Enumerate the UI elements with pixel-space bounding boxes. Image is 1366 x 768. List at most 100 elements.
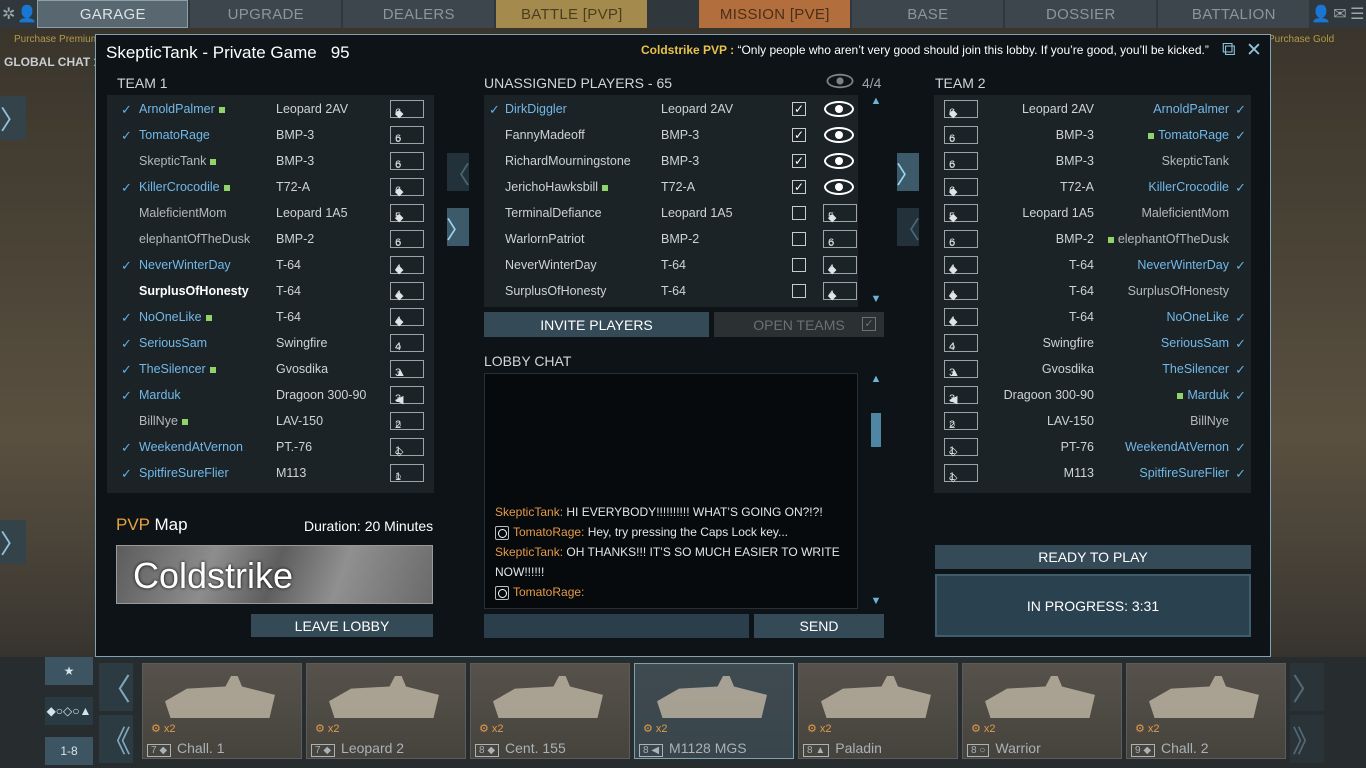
team2-player-row[interactable]: 4 ◆ T-64 NoOneLike ✓: [934, 304, 1251, 330]
team2-player-row[interactable]: 4 ◆ T-64 NeverWinterDay ✓: [934, 252, 1251, 278]
player-name[interactable]: SpitfireSureFlier: [1139, 466, 1229, 480]
team2-player-row[interactable]: 1 ◇ PT-76 WeekendAtVernon ✓: [934, 434, 1251, 460]
team2-player-row[interactable]: 6 ○ BMP-2 elephantOfTheDusk: [934, 226, 1251, 252]
unassigned-player-row[interactable]: FannyMadeoff BMP-3 ✓: [484, 122, 858, 148]
scroll-down-icon[interactable]: ▼: [869, 293, 883, 305]
chat-username[interactable]: TomatoRage:: [513, 525, 584, 539]
player-name[interactable]: RichardMourningstone: [505, 154, 631, 168]
chat-scrollbar[interactable]: ▲ ▼: [869, 373, 883, 609]
team1-player-row[interactable]: ✓ SpitfireSureFlier M113 1 ○: [107, 460, 434, 486]
team2-player-row[interactable]: 2 ○ LAV-150 BillNye: [934, 408, 1251, 434]
team1-player-row[interactable]: BillNye LAV-150 2 ○: [107, 408, 434, 434]
spectator-eye-icon[interactable]: [824, 127, 854, 143]
team1-player-row[interactable]: SkepticTank BMP-3 6 ○: [107, 148, 434, 174]
side-expand-arrow-icon[interactable]: 〉: [0, 96, 26, 140]
nav-tab-dealers[interactable]: DEALERS: [343, 0, 495, 28]
player-name[interactable]: WarlornPatriot: [505, 232, 584, 246]
spectator-eye-icon[interactable]: [824, 153, 854, 169]
open-teams-button[interactable]: OPEN TEAMS ✓: [714, 312, 884, 337]
scroll-last-arrow-icon[interactable]: 》: [1290, 715, 1324, 763]
player-name[interactable]: TerminalDefiance: [505, 206, 602, 220]
team2-player-row[interactable]: 6 ○ BMP-3 SkepticTank: [934, 148, 1251, 174]
team2-player-row[interactable]: 3 ▲ Gvosdika TheSilencer ✓: [934, 356, 1251, 382]
vehicle-card[interactable]: ⚙ x2 7 ◆ Chall. 1: [142, 663, 302, 759]
team1-player-row[interactable]: ✓ KillerCrocodile T72-A 6 ◆: [107, 174, 434, 200]
player-name[interactable]: TomatoRage: [139, 128, 210, 142]
player-name[interactable]: elephantOfTheDusk: [139, 232, 250, 246]
nav-tab-battle-pvp[interactable]: BATTLE [PVP]: [496, 0, 648, 28]
player-name[interactable]: ArnoldPalmer: [1153, 102, 1229, 116]
team1-player-row[interactable]: ✓ Marduk Dragoon 300-90 3 ◀: [107, 382, 434, 408]
vehicle-card[interactable]: ⚙ x2 8 ▲ Paladin: [798, 663, 958, 759]
team1-player-row[interactable]: ✓ TheSilencer Gvosdika 3 ▲: [107, 356, 434, 382]
player-name[interactable]: NoOneLike: [1166, 310, 1229, 324]
nav-tab-mission-pve[interactable]: MISSION [PVE]: [699, 0, 851, 28]
unassigned-player-row[interactable]: NeverWinterDay T-64 4 ◆: [484, 252, 858, 278]
popout-icon[interactable]: ⧉: [1222, 39, 1236, 61]
player-name[interactable]: KillerCrocodile: [1148, 180, 1229, 194]
team2-player-row[interactable]: 1 ◇ M113 SpitfireSureFlier ✓: [934, 460, 1251, 486]
settings-gear-icon[interactable]: ✲: [0, 0, 17, 28]
team1-player-row[interactable]: ✓ TomatoRage BMP-3 6 ○: [107, 122, 434, 148]
unassigned-player-row[interactable]: TerminalDefiance Leopard 1A5 5 ◆: [484, 200, 858, 226]
vehicle-card[interactable]: ⚙ x2 8 ◀ M1128 MGS: [634, 663, 794, 759]
nav-tab-garage[interactable]: GARAGE: [37, 0, 189, 28]
team2-player-row[interactable]: 6 ◆ Leopard 2AV ArnoldPalmer ✓: [934, 96, 1251, 122]
select-checkbox[interactable]: [792, 258, 806, 272]
vehicle-type-filter-icon[interactable]: ◆○◇○▲: [45, 697, 93, 725]
player-name[interactable]: KillerCrocodile: [139, 180, 234, 194]
vehicle-card[interactable]: ⚙ x2 9 ◆ Chall. 2: [1126, 663, 1286, 759]
leave-lobby-button[interactable]: LEAVE LOBBY: [251, 614, 433, 637]
select-checkbox[interactable]: ✓: [792, 128, 806, 142]
scroll-right-arrow-icon[interactable]: 〉: [1290, 663, 1324, 711]
unassigned-scrollbar[interactable]: ▲ ▼: [869, 95, 883, 307]
player-name[interactable]: SkepticTank: [139, 154, 220, 168]
team2-player-row[interactable]: 4 ◆ T-64 SurplusOfHonesty: [934, 278, 1251, 304]
nav-tab-upgrade[interactable]: UPGRADE: [190, 0, 342, 28]
unassigned-player-row[interactable]: SurplusOfHonesty T-64 4 ◆: [484, 278, 858, 304]
select-checkbox[interactable]: ✓: [792, 154, 806, 168]
player-name[interactable]: NeverWinterDay: [139, 258, 231, 272]
player-name[interactable]: SurplusOfHonesty: [505, 284, 606, 298]
team1-player-row[interactable]: ✓ WeekendAtVernon PT.-76 1 ◇: [107, 434, 434, 460]
chat-scroll-thumb[interactable]: [871, 413, 881, 447]
team1-player-row[interactable]: elephantOfTheDusk BMP-2 6 ○: [107, 226, 434, 252]
player-name[interactable]: JerichoHawksbill: [505, 180, 612, 194]
move-to-team2-arrow-icon[interactable]: 〉: [896, 153, 920, 191]
favorite-filter-icon[interactable]: ★: [45, 657, 93, 685]
chat-username[interactable]: SkepticTank:: [495, 505, 563, 519]
nav-tab-base[interactable]: BASE: [852, 0, 1004, 28]
player-name[interactable]: FannyMadeoff: [505, 128, 585, 142]
vehicle-card[interactable]: ⚙ x2 8 ◆ Cent. 155: [470, 663, 630, 759]
player-name[interactable]: SeriousSam: [1161, 336, 1229, 350]
avatar[interactable]: [649, 0, 698, 28]
select-checkbox[interactable]: [792, 284, 806, 298]
menu-icon[interactable]: ☰: [1349, 0, 1366, 28]
player-name[interactable]: Marduk: [139, 388, 181, 402]
player-name[interactable]: MaleficientMom: [1141, 206, 1229, 220]
select-checkbox[interactable]: ✓: [792, 102, 806, 116]
player-name[interactable]: SurplusOfHonesty: [139, 284, 249, 298]
scroll-first-arrow-icon[interactable]: 《: [99, 715, 133, 763]
send-button[interactable]: SEND: [754, 614, 884, 638]
unassigned-player-row[interactable]: ✓ DirkDiggler Leopard 2AV ✓: [484, 96, 858, 122]
team1-player-row[interactable]: MaleficientMom Leopard 1A5 5 ◆: [107, 200, 434, 226]
player-name[interactable]: TheSilencer: [139, 362, 220, 376]
player-name[interactable]: SkepticTank: [1162, 154, 1229, 168]
spectator-eye-icon[interactable]: [824, 101, 854, 117]
chat-username[interactable]: TomatoRage:: [513, 585, 584, 599]
nav-tab-battalion[interactable]: BATTALION: [1158, 0, 1310, 28]
chat-bubble-icon[interactable]: ✉: [1331, 0, 1348, 28]
invite-players-button[interactable]: INVITE PLAYERS: [484, 312, 709, 337]
team1-player-row[interactable]: SurplusOfHonesty T-64 4 ◆: [107, 278, 434, 304]
player-name[interactable]: TheSilencer: [1162, 362, 1229, 376]
account-icon[interactable]: 👤: [1311, 0, 1331, 28]
player-name[interactable]: DirkDiggler: [505, 102, 567, 116]
player-name[interactable]: BillNye: [139, 414, 192, 428]
player-name[interactable]: NeverWinterDay: [1137, 258, 1229, 272]
select-checkbox[interactable]: [792, 206, 806, 220]
scroll-left-arrow-icon[interactable]: 〈: [99, 663, 133, 711]
team1-player-row[interactable]: ✓ ArnoldPalmer Leopard 2AV 6 ◆: [107, 96, 434, 122]
move-right-arrow-icon[interactable]: 〉: [446, 208, 470, 246]
team2-player-row[interactable]: 5 ◆ Leopard 1A5 MaleficientMom: [934, 200, 1251, 226]
